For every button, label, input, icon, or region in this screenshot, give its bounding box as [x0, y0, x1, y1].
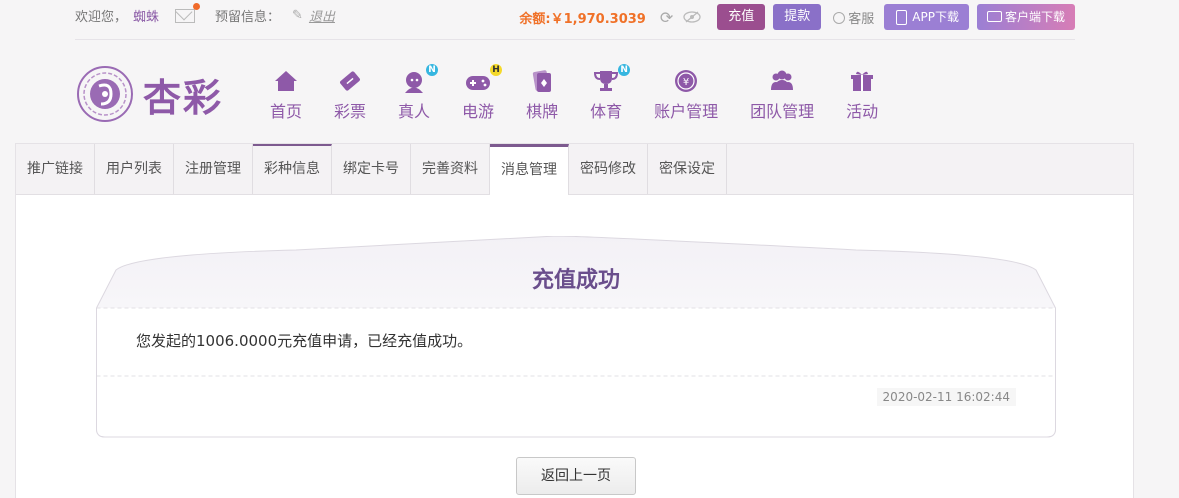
- client-download-button[interactable]: 客户端下载: [976, 4, 1075, 30]
- nav-label: 账户管理: [654, 102, 719, 121]
- nav-item-chess[interactable]: 棋牌: [526, 68, 558, 122]
- content-panel: 推广链接 用户列表 注册管理 彩种信息 绑定卡号 完善资料 消息管理 密码修改 …: [15, 143, 1134, 498]
- nav-label: 彩票: [334, 102, 367, 121]
- welcome-text: 欢迎您，: [75, 10, 128, 25]
- ticket-icon: [340, 71, 360, 91]
- dealer-icon: [405, 72, 424, 93]
- account-tabs: 推广链接 用户列表 注册管理 彩种信息 绑定卡号 完善资料 消息管理 密码修改 …: [16, 144, 1133, 195]
- nav-item-egames[interactable]: H 电游: [462, 64, 503, 122]
- message-body: 您发起的1006.0000元充值申请，已经充值成功。: [136, 332, 473, 350]
- logout-link[interactable]: 退出: [309, 6, 335, 25]
- notification-dot-icon: [193, 2, 201, 10]
- mail-icon[interactable]: [175, 2, 201, 23]
- nav-item-home[interactable]: 首页: [270, 68, 302, 122]
- recharge-button[interactable]: 充值: [717, 4, 766, 30]
- tab-user-list[interactable]: 用户列表: [95, 144, 174, 194]
- message-card: 充值成功 您发起的1006.0000元充值申请，已经充值成功。 2020-02-…: [96, 236, 1056, 438]
- user-info: 欢迎您， 蜘蛛 预留信息： ✎ 退出: [75, 2, 335, 25]
- nav-item-team[interactable]: 团队管理: [750, 68, 814, 122]
- top-actions: 余额: ￥1,970.3039 ⟳ 充值 提款 客服 APP下载 客户端下载: [519, 4, 1075, 30]
- balance-label: 余额:: [519, 11, 551, 27]
- nav-item-sports[interactable]: N 体育: [590, 64, 631, 122]
- home-icon: [275, 71, 297, 91]
- nav-label: 真人: [398, 102, 431, 121]
- customer-service-label: 客服: [848, 11, 875, 27]
- nav-label: 团队管理: [750, 102, 815, 121]
- tab-password[interactable]: 密码修改: [569, 144, 648, 194]
- new-badge: N: [426, 64, 439, 76]
- main-nav: 首页 彩票 N 真人 H 电游 棋牌 N 体育 ¥ 账户管理 团队管理 活动: [270, 64, 910, 122]
- nav-label: 首页: [270, 102, 303, 121]
- nav-label: 电游: [462, 102, 495, 121]
- reserved-info-label: 预留信息：: [215, 10, 281, 25]
- team-icon: [771, 70, 794, 90]
- gamepad-icon: [466, 76, 491, 90]
- message-title: 充值成功: [531, 268, 620, 293]
- back-button[interactable]: 返回上一页: [516, 457, 636, 495]
- logo-text: 杏彩: [143, 74, 224, 120]
- balance-value: ￥1,970.3039: [550, 11, 646, 27]
- edit-icon[interactable]: ✎: [292, 8, 303, 23]
- trophy-icon: [594, 71, 619, 91]
- yen-coin-icon: ¥: [675, 70, 698, 92]
- nav-item-account[interactable]: ¥ 账户管理: [654, 68, 718, 122]
- hide-eye-icon[interactable]: [683, 8, 701, 27]
- hot-badge: H: [490, 64, 503, 76]
- top-bar: 欢迎您， 蜘蛛 预留信息： ✎ 退出 余额: ￥1,970.3039 ⟳ 充值 …: [75, 0, 1075, 40]
- cards-icon: [532, 70, 552, 92]
- username[interactable]: 蜘蛛: [133, 6, 159, 25]
- gift-icon: [851, 71, 874, 91]
- service-icon: [833, 11, 846, 24]
- site-logo[interactable]: 杏彩: [75, 64, 223, 124]
- withdraw-button[interactable]: 提款: [773, 4, 822, 30]
- nav-item-live[interactable]: N 真人: [398, 64, 439, 122]
- nav-label: 体育: [590, 102, 623, 121]
- tab-promo-link[interactable]: 推广链接: [16, 144, 95, 194]
- nav-label: 活动: [846, 102, 879, 121]
- tab-messages[interactable]: 消息管理: [490, 144, 569, 195]
- tab-lottery-info[interactable]: 彩种信息: [253, 144, 332, 194]
- logo-emblem-icon: [77, 66, 133, 122]
- customer-service-link[interactable]: 客服: [833, 8, 874, 27]
- nav-label: 棋牌: [526, 102, 559, 121]
- tab-profile[interactable]: 完善资料: [411, 144, 490, 194]
- nav-item-activity[interactable]: 活动: [846, 68, 878, 122]
- tab-security[interactable]: 密保设定: [648, 144, 727, 194]
- tab-register-manage[interactable]: 注册管理: [174, 144, 253, 194]
- tab-bind-card[interactable]: 绑定卡号: [332, 144, 411, 194]
- nav-item-lottery[interactable]: 彩票: [334, 68, 366, 122]
- message-timestamp: 2020-02-11 16:02:44: [876, 388, 1016, 406]
- svg-text:¥: ¥: [683, 77, 689, 88]
- refresh-icon[interactable]: ⟳: [660, 8, 673, 27]
- new-badge: N: [618, 64, 631, 76]
- app-download-button[interactable]: APP下载: [884, 4, 969, 30]
